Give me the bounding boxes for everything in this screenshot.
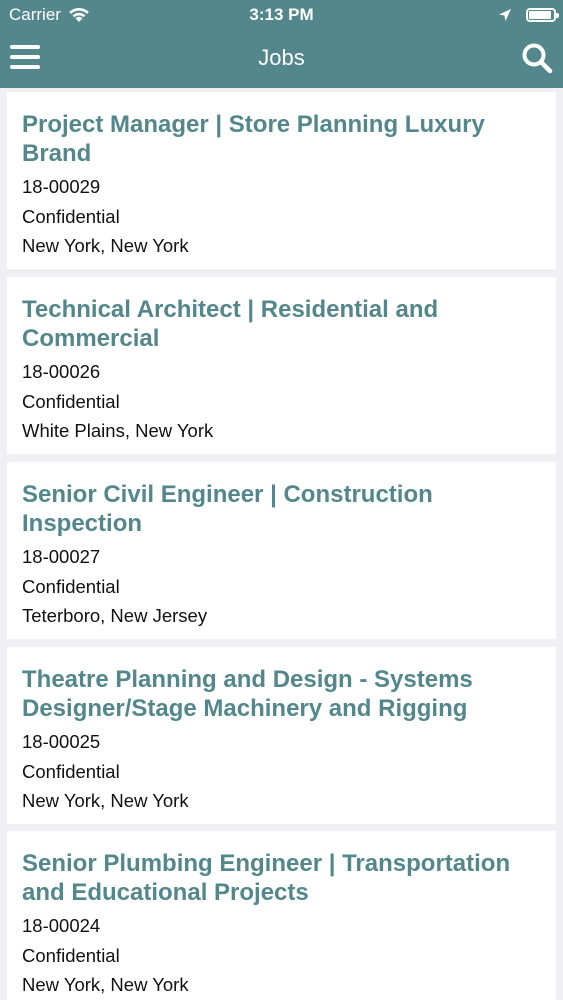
job-company: Confidential (22, 205, 120, 227)
clock: 3:13 PM (249, 5, 314, 24)
job-location: New York, New York (22, 790, 189, 811)
job-title[interactable]: Project Manager | Store Planning Luxury … (22, 110, 541, 168)
job-title[interactable]: Theatre Planning and Design - Systems De… (22, 665, 541, 723)
page-title: Jobs (258, 45, 305, 70)
header: Carrier 3:13 PM Jobs (0, 0, 563, 88)
job-card[interactable]: Senior Civil Engineer | Construction Ins… (7, 462, 556, 639)
job-location: White Plains, New York (22, 420, 214, 441)
status-bar: Carrier 3:13 PM (0, 0, 563, 30)
battery-level (529, 11, 551, 19)
job-title[interactable]: Technical Architect | Residential and Co… (22, 295, 541, 353)
job-id: 18-00026 (22, 361, 101, 382)
job-company: Confidential (22, 944, 120, 966)
job-location: Teterboro, New Jersey (22, 605, 208, 626)
status-right (498, 5, 559, 25)
job-title[interactable]: Senior Plumbing Engineer | Transportatio… (22, 849, 541, 907)
battery-icon (526, 8, 559, 22)
job-card[interactable]: Senior Plumbing Engineer | Transportatio… (7, 831, 556, 1000)
job-company: Confidential (22, 760, 120, 782)
job-card[interactable]: Project Manager | Store Planning Luxury … (7, 92, 556, 269)
job-list: Project Manager | Store Planning Luxury … (0, 88, 563, 1000)
search-icon[interactable] (521, 42, 553, 74)
job-card[interactable]: Technical Architect | Residential and Co… (7, 277, 556, 454)
job-title[interactable]: Senior Civil Engineer | Construction Ins… (22, 480, 541, 538)
job-card[interactable]: Theatre Planning and Design - Systems De… (7, 647, 556, 824)
job-location: New York, New York (22, 974, 189, 995)
app-screen: Carrier 3:13 PM Jobs Project Manager | S… (0, 0, 563, 1000)
nav-bar: Jobs (0, 30, 563, 88)
job-id: 18-00027 (22, 546, 101, 567)
location-arrow-icon (499, 9, 511, 21)
job-id: 18-00024 (22, 915, 101, 936)
job-id: 18-00029 (22, 176, 101, 197)
job-id: 18-00025 (22, 731, 101, 752)
job-company: Confidential (22, 390, 120, 412)
job-company: Confidential (22, 575, 120, 597)
job-location: New York, New York (22, 235, 189, 256)
